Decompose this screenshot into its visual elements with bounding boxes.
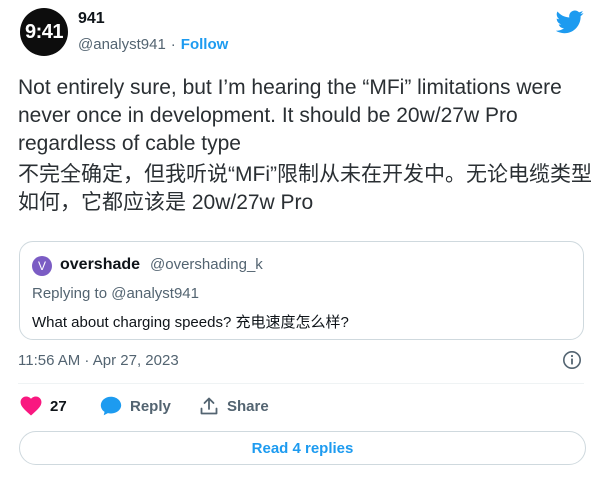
tweet-timestamp[interactable]: 11:56 AM · Apr 27, 2023 bbox=[18, 352, 179, 369]
share-icon bbox=[200, 397, 218, 415]
quoted-reply[interactable]: V overshade @overshading_k Replying to @… bbox=[19, 241, 584, 340]
quote-text: What about charging speeds? 充电速度怎么样? bbox=[32, 314, 349, 331]
like-count: 27 bbox=[50, 397, 67, 415]
quote-avatar[interactable]: V bbox=[32, 256, 52, 276]
tweet-card: 9:41 941 @analyst941 · Follow Not entire… bbox=[0, 0, 600, 477]
share-button[interactable]: Share bbox=[199, 396, 269, 416]
author-avatar[interactable]: 9:41 bbox=[20, 8, 68, 56]
info-icon[interactable] bbox=[562, 350, 582, 370]
quote-replying-to: Replying to @analyst941 bbox=[32, 285, 199, 302]
quote-author-name[interactable]: overshade bbox=[60, 256, 140, 274]
twitter-bird-icon[interactable] bbox=[556, 10, 584, 34]
author-handle[interactable]: @analyst941 bbox=[78, 36, 166, 53]
author-handle-row: @analyst941 · Follow bbox=[78, 36, 228, 53]
divider bbox=[18, 383, 584, 384]
follow-button[interactable]: Follow bbox=[181, 36, 229, 53]
quote-avatar-letter: V bbox=[37, 259, 46, 273]
handle-separator: · bbox=[170, 36, 176, 53]
quote-author-handle[interactable]: @overshading_k bbox=[150, 256, 263, 273]
like-button[interactable]: 27 bbox=[20, 396, 67, 416]
reply-label: Reply bbox=[130, 397, 171, 415]
tweet-text-english: Not entirely sure, but I’m hearing the “… bbox=[18, 76, 562, 155]
read-replies-label: Read 4 replies bbox=[251, 439, 354, 457]
author-name[interactable]: 941 bbox=[78, 10, 105, 28]
heart-icon bbox=[20, 396, 42, 416]
reply-bubble-icon bbox=[100, 396, 122, 416]
read-replies-button[interactable]: Read 4 replies bbox=[19, 431, 586, 465]
tweet-text-chinese: 不完全确定，但我听说“MFi”限制从未在开发中。无论电缆类型如何，它都应该是 2… bbox=[18, 163, 592, 214]
avatar-text: 9:41 bbox=[24, 20, 64, 43]
share-label: Share bbox=[227, 397, 269, 415]
reply-button[interactable]: Reply bbox=[100, 396, 171, 416]
